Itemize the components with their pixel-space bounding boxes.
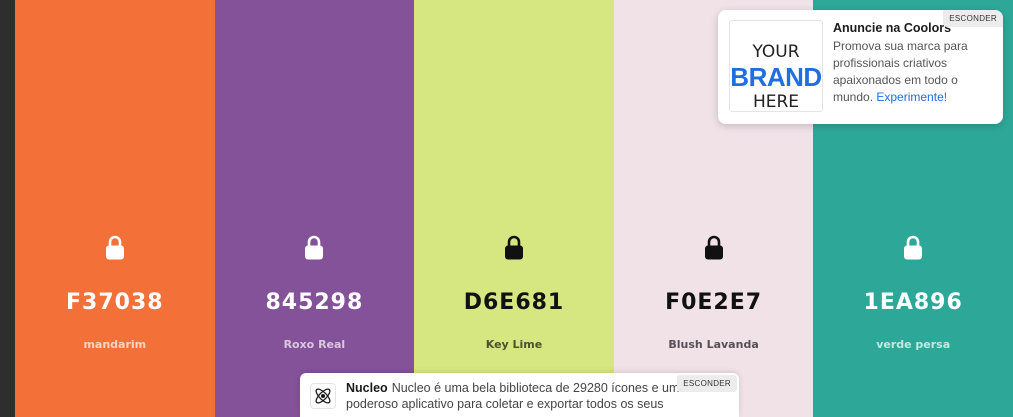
hex-code[interactable]: 845298 bbox=[215, 290, 415, 315]
color-name: mandarim bbox=[83, 338, 147, 351]
hide-ad-button[interactable]: ESCONDER bbox=[943, 10, 1003, 27]
brand-line-1: YOUR bbox=[752, 42, 800, 62]
hex-code[interactable]: D6E681 bbox=[414, 290, 614, 315]
hex-code[interactable]: F0E2E7 bbox=[614, 290, 814, 315]
atom-icon[interactable] bbox=[310, 383, 336, 409]
color-name: Blush Lavanda bbox=[668, 338, 759, 351]
hex-code[interactable]: F37038 bbox=[15, 290, 215, 315]
sponsor-ad-card[interactable]: YOUR BRAND HERE Anuncie na Coolors Promo… bbox=[718, 10, 1003, 124]
lock-icon[interactable] bbox=[902, 235, 924, 261]
brand-line-3: HERE bbox=[752, 92, 800, 112]
brand-line-2: BRAND bbox=[730, 62, 822, 92]
brand-logo-placeholder[interactable]: YOUR BRAND HERE bbox=[729, 20, 823, 112]
hex-code[interactable]: 1EA896 bbox=[813, 290, 1013, 315]
bottom-ad-title[interactable]: Nucleo bbox=[346, 381, 388, 395]
ad-title[interactable]: Anuncie na Coolors bbox=[833, 21, 951, 35]
lock-icon[interactable] bbox=[303, 235, 325, 261]
color-swatch[interactable]: F37038 mandarim bbox=[15, 0, 215, 417]
color-swatch[interactable]: D6E681 Key Lime bbox=[414, 0, 614, 417]
bottom-ad-body: Nucleo é uma bela biblioteca de 29280 íc… bbox=[346, 381, 680, 411]
ad-cta-link[interactable]: Experimente! bbox=[876, 90, 947, 104]
lock-icon[interactable] bbox=[104, 235, 126, 261]
color-name: Roxo Real bbox=[283, 338, 346, 351]
color-name: Key Lime bbox=[485, 338, 543, 351]
color-swatch[interactable]: 845298 Roxo Real bbox=[214, 0, 415, 417]
ad-body: Promova sua marca para profissionais cri… bbox=[833, 38, 991, 106]
bottom-ad-text: Nucleo Nucleo é uma bela biblioteca de 29… bbox=[346, 380, 686, 412]
lock-icon[interactable] bbox=[503, 235, 525, 261]
left-edge-strip bbox=[0, 0, 15, 417]
lock-icon[interactable] bbox=[703, 235, 725, 261]
bottom-ad-banner[interactable]: Nucleo Nucleo é uma bela biblioteca de 29… bbox=[300, 373, 739, 417]
hide-bottom-ad-button[interactable]: ESCONDER bbox=[677, 375, 737, 392]
color-name: verde persa bbox=[876, 338, 951, 351]
